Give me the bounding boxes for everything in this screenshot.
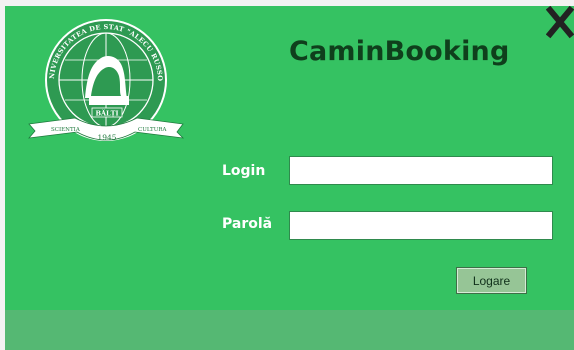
login-input[interactable] bbox=[289, 156, 553, 185]
password-label: Parolă bbox=[222, 216, 273, 232]
logo-ribbon-right: CULTURA bbox=[138, 127, 167, 133]
login-window: UNIVERSITATEA DE STAT "ALECU RUSSO" BĂLȚ… bbox=[5, 6, 574, 350]
app-title: CaminBooking bbox=[289, 36, 510, 67]
close-button[interactable] bbox=[546, 6, 574, 40]
logo-ribbon-left: SCIENTIA bbox=[51, 127, 81, 133]
logo-city: BĂLȚI bbox=[96, 109, 119, 118]
logo-year: 1945 bbox=[97, 133, 116, 142]
login-label: Login bbox=[222, 163, 266, 179]
login-button[interactable]: Logare bbox=[456, 267, 527, 294]
close-icon bbox=[546, 6, 574, 39]
university-logo: UNIVERSITATEA DE STAT "ALECU RUSSO" BĂLȚ… bbox=[27, 14, 187, 146]
password-input[interactable] bbox=[289, 211, 553, 240]
footer-band bbox=[5, 310, 574, 350]
